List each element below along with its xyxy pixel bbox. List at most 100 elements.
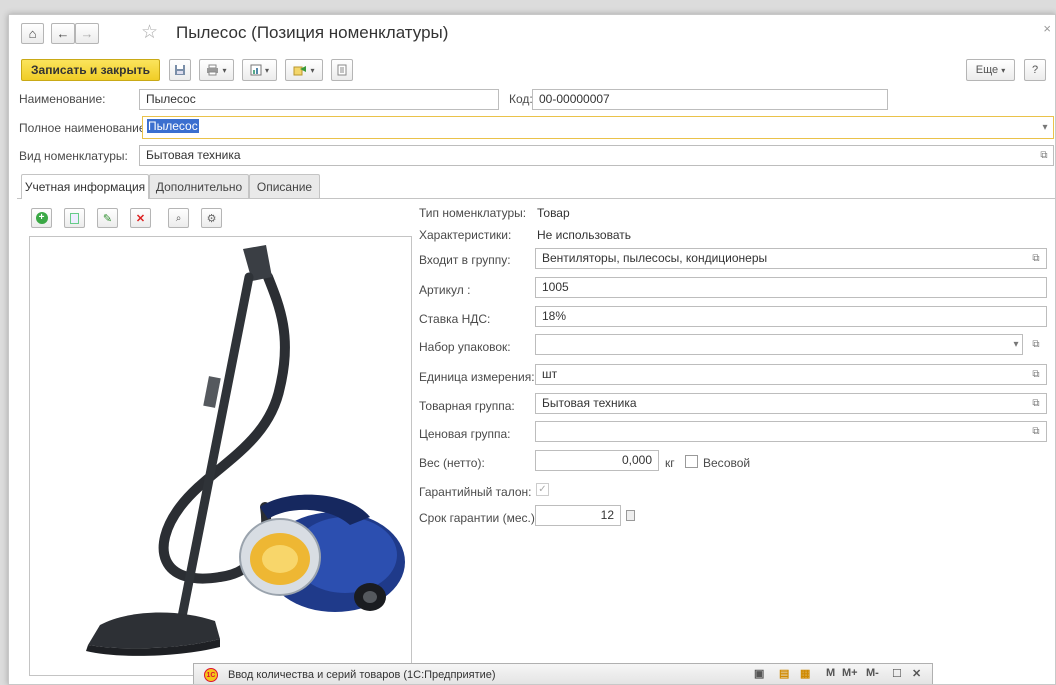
open-file-button[interactable] xyxy=(64,208,85,228)
maximize-icon[interactable]: ☐ xyxy=(892,667,902,680)
image-settings-button[interactable]: ⚙ xyxy=(201,208,222,228)
pencil-icon: ✎ xyxy=(102,212,113,225)
weighted-checkbox[interactable] xyxy=(685,455,698,468)
calculator-icon xyxy=(625,510,635,521)
memory-minus-button[interactable]: M- xyxy=(866,667,879,679)
vat-label: Ставка НДС: xyxy=(419,312,491,326)
back-button[interactable]: ← xyxy=(51,23,75,44)
chevron-down-icon: ▾ xyxy=(310,65,315,75)
product-image-frame[interactable] xyxy=(29,236,412,676)
more-button[interactable]: Еще ▾ xyxy=(966,59,1015,81)
calculator-icon[interactable]: ▤ xyxy=(779,667,789,680)
article-field[interactable]: 1005 xyxy=(535,277,1047,298)
fullname-label: Полное наименование: xyxy=(19,121,149,135)
magnifier-icon: ⌕ xyxy=(175,212,182,224)
name-field[interactable]: Пылесос xyxy=(139,89,499,110)
memory-plus-button[interactable]: M+ xyxy=(842,667,858,679)
window-title: Пылесос (Позиция номенклатуры) xyxy=(176,23,449,42)
open-link-icon: ⧉ xyxy=(1032,369,1040,380)
more-label: Еще xyxy=(975,64,999,76)
create-based-on-button[interactable]: ▾ xyxy=(285,59,323,81)
group-open-button[interactable]: ⧉ xyxy=(1027,248,1045,269)
open-link-icon: ⧉ xyxy=(1032,253,1040,264)
kind-label: Вид номенклатуры: xyxy=(19,149,128,163)
gear-icon: ⚙ xyxy=(206,212,217,225)
edit-image-button[interactable]: ✎ xyxy=(97,208,118,228)
pack-field[interactable] xyxy=(535,334,1023,355)
vat-field[interactable]: 18% xyxy=(535,306,1047,327)
article-label: Артикул : xyxy=(419,283,471,297)
tab-additional[interactable]: Дополнительно xyxy=(149,174,249,198)
chevron-down-icon: ▾ xyxy=(1013,339,1019,350)
close-icon[interactable]: × xyxy=(1043,21,1051,36)
save-button[interactable] xyxy=(169,59,191,81)
star-icon[interactable]: ☆ xyxy=(141,21,158,44)
fullname-field[interactable]: Пылесос xyxy=(142,116,1054,139)
tab-accounting-info[interactable]: Учетная информация xyxy=(21,174,149,199)
goods-group-open-button[interactable]: ⧉ xyxy=(1027,393,1045,414)
code-field[interactable]: 00-00000007 xyxy=(532,89,888,110)
add-image-button[interactable]: + xyxy=(31,208,52,228)
kind-open-button[interactable]: ⧉ xyxy=(1035,145,1053,166)
delete-image-button[interactable]: ✕ xyxy=(130,208,151,228)
goods-group-field[interactable]: Бытовая техника xyxy=(535,393,1047,414)
subwindow-quantity-series[interactable]: 1С Ввод количества и серий товаров (1С:П… xyxy=(193,663,933,684)
type-label: Тип номенклатуры: xyxy=(419,206,527,220)
create-based-icon xyxy=(293,66,307,76)
price-group-field[interactable] xyxy=(535,421,1047,442)
name-label: Наименование: xyxy=(19,92,106,106)
open-link-icon: ⧉ xyxy=(1040,150,1048,161)
unit-open-button[interactable]: ⧉ xyxy=(1027,364,1045,385)
unit-label: Единица измерения: xyxy=(419,370,535,384)
weight-unit: кг xyxy=(665,456,675,470)
price-group-label: Ценовая группа: xyxy=(419,427,511,441)
warranty-checkbox[interactable]: ✓ xyxy=(536,483,549,496)
delete-x-icon: ✕ xyxy=(135,212,146,225)
price-group-open-button[interactable]: ⧉ xyxy=(1027,421,1045,442)
warranty-period-field[interactable]: 12 xyxy=(535,505,621,526)
pack-dropdown-button[interactable]: ▾ xyxy=(1007,334,1025,355)
fullname-dropdown-button[interactable]: ▾ xyxy=(1036,117,1054,138)
chevron-down-icon: ▾ xyxy=(264,65,269,75)
warranty-period-label: Срок гарантии (мес.): xyxy=(419,511,539,525)
document-icon xyxy=(70,212,79,224)
close-icon[interactable]: ✕ xyxy=(912,667,921,680)
home-icon: ⌂ xyxy=(28,26,37,41)
vacuum-cleaner-image xyxy=(86,245,405,656)
print-button[interactable]: ▾ xyxy=(199,59,234,81)
arrow-right-icon: → xyxy=(80,26,94,41)
characteristics-label: Характеристики: xyxy=(419,228,512,242)
fullname-selected-text: Пылесос xyxy=(147,119,199,133)
forward-button[interactable]: → xyxy=(75,23,99,44)
calculator-button[interactable] xyxy=(621,505,639,526)
open-link-icon: ⧉ xyxy=(1032,339,1040,350)
pack-label: Набор упаковок: xyxy=(419,340,511,354)
warranty-label: Гарантийный талон: xyxy=(419,485,532,499)
list-button[interactable] xyxy=(331,59,353,81)
weight-label: Вес (нетто): xyxy=(419,456,485,470)
help-button[interactable]: ? xyxy=(1024,59,1046,81)
kind-field[interactable]: Бытовая техника xyxy=(139,145,1054,166)
save-and-close-button[interactable]: Записать и закрыть xyxy=(21,59,160,81)
calendar-icon[interactable]: ▦ xyxy=(800,667,810,680)
pack-open-button[interactable]: ⧉ xyxy=(1027,334,1045,355)
unit-field[interactable]: шт xyxy=(535,364,1047,385)
item-form-window: ⌂ ← → ☆ Пылесос (Позиция номенклатуры) ×… xyxy=(8,14,1056,685)
document-icon[interactable]: ▣ xyxy=(754,667,764,680)
printer-icon xyxy=(207,64,219,76)
home-button[interactable]: ⌂ xyxy=(21,23,44,44)
weight-field[interactable]: 0,000 xyxy=(535,450,659,471)
zoom-image-button[interactable]: ⌕ xyxy=(168,208,189,228)
open-link-icon: ⧉ xyxy=(1032,398,1040,409)
chevron-down-icon: ▾ xyxy=(1001,65,1006,75)
report-icon xyxy=(250,64,262,76)
tab-divider xyxy=(17,198,1055,199)
group-label: Входит в группу: xyxy=(419,253,511,267)
checkmark-icon: ✓ xyxy=(538,484,547,495)
reports-button[interactable]: ▾ xyxy=(242,59,277,81)
open-link-icon: ⧉ xyxy=(1032,426,1040,437)
tab-description[interactable]: Описание xyxy=(249,174,320,198)
memory-button[interactable]: M xyxy=(826,667,835,679)
group-field[interactable]: Вентиляторы, пылесосы, кондиционеры xyxy=(535,248,1047,269)
chevron-down-icon: ▾ xyxy=(222,65,227,75)
